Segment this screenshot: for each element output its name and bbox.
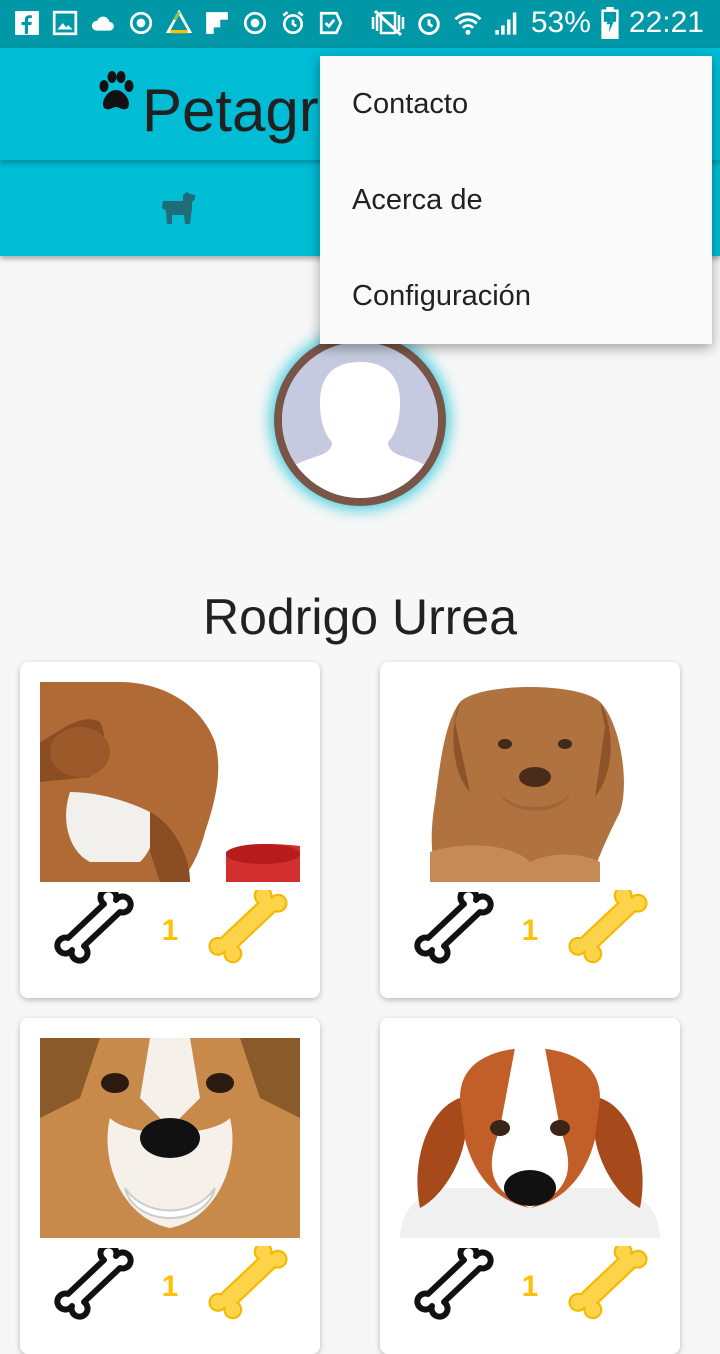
tab-dog[interactable] — [0, 160, 360, 256]
like-count: 1 — [161, 1270, 179, 1303]
wifi-icon — [454, 12, 482, 35]
rating-bone-icon — [568, 1246, 648, 1320]
like-bone-button[interactable] — [54, 892, 134, 968]
card-controls: 1 — [20, 1242, 320, 1332]
battery-percent: 53% — [530, 6, 591, 39]
facebook-icon — [15, 11, 39, 35]
pet-photo-beagle — [400, 1038, 660, 1238]
like-bone-button[interactable] — [54, 1248, 134, 1324]
dog-icon — [162, 192, 195, 224]
paw-icon — [99, 71, 134, 110]
drive-icon — [166, 10, 192, 34]
overflow-menu: Contacto Acerca de Configuración — [320, 56, 712, 344]
like-bone-button[interactable] — [414, 1248, 494, 1324]
battery-charging-icon — [601, 7, 619, 39]
notification-icons — [14, 10, 344, 36]
alarm-status-icon — [418, 13, 440, 35]
flipboard-icon — [206, 12, 228, 34]
card-controls: 1 — [380, 1242, 680, 1332]
card-controls: 1 — [380, 886, 680, 976]
pet-card[interactable]: 1 — [20, 662, 320, 998]
pet-photo-bulldog — [40, 682, 300, 882]
like-count: 1 — [521, 914, 539, 947]
vibrate-mute-icon — [371, 9, 405, 37]
like-bone-button[interactable] — [414, 892, 494, 968]
pet-card[interactable]: 1 — [20, 1018, 320, 1354]
system-icons: 53% 22:21 — [371, 6, 704, 40]
pet-photo-smiling-dog — [40, 1038, 300, 1238]
avatar — [274, 334, 446, 506]
check-flag-icon — [319, 11, 343, 35]
like-count: 1 — [161, 914, 179, 947]
menu-item-configuracion[interactable]: Configuración — [320, 248, 712, 344]
pet-card[interactable]: 1 — [380, 662, 680, 998]
pet-card[interactable]: 1 — [380, 1018, 680, 1354]
rating-bone-icon — [208, 1246, 288, 1320]
gallery-icon — [52, 10, 78, 36]
status-bar: 53% 22:21 — [0, 0, 720, 48]
pet-photo-mastiff — [400, 682, 660, 882]
default-avatar-icon — [282, 342, 438, 498]
like-count: 1 — [521, 1270, 539, 1303]
card-controls: 1 — [20, 886, 320, 976]
signal-icon — [495, 12, 517, 35]
sync-icon — [129, 11, 153, 35]
sync-icon-2 — [243, 11, 267, 35]
alarm-icon — [282, 11, 304, 35]
menu-item-contacto[interactable]: Contacto — [320, 56, 712, 152]
clock: 22:21 — [628, 6, 704, 39]
cloud-icon — [91, 16, 114, 31]
profile-name: Rodrigo Urrea — [202, 589, 517, 645]
rating-bone-icon — [208, 890, 288, 964]
menu-item-acerca-de[interactable]: Acerca de — [320, 152, 712, 248]
rating-bone-icon — [568, 890, 648, 964]
